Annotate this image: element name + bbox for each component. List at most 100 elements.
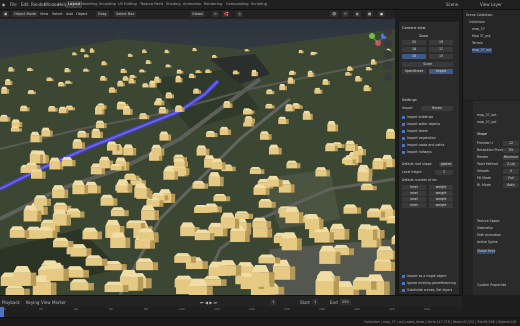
object-menu[interactable]: Object [74,11,89,17]
pan-icon[interactable] [383,39,392,48]
orientation-dropdown[interactable]: Global [190,11,205,17]
scene-selector[interactable]: Scene [446,1,458,8]
import-type-dropdown[interactable]: Terrain [421,106,453,111]
pivot-icon[interactable]: ⊙ [212,11,219,17]
option-import-roads[interactable]: Import roads and paths [402,143,444,148]
option-import-vegetation[interactable]: Import vegetation [402,136,436,141]
tab-texture-paint[interactable]: Texture Paint [138,1,165,8]
marker-menu[interactable]: Marker [52,299,66,306]
tab-animation[interactable]: Animation [181,1,203,8]
select-menu[interactable]: Select [50,11,65,17]
checkbox-icon[interactable] [402,137,405,140]
checkbox-icon[interactable] [402,123,405,126]
zoom-17-button[interactable]: 17 [429,47,453,52]
outliner-row[interactable]: Scene Collection [466,13,493,18]
roof-shape-dropdown[interactable]: gabled [439,162,453,167]
object-mode-dropdown[interactable]: Object Mode [12,11,38,17]
weight-field[interactable]: weight [429,203,453,208]
xray-icon[interactable]: ▦ [366,11,373,17]
view-menu[interactable]: View [38,11,50,17]
playback-menu[interactable]: Playback [2,299,20,306]
tab-shading[interactable]: Shading [164,1,183,8]
overlay-icon[interactable]: ◐ [354,11,361,17]
level-field[interactable]: level [402,185,426,190]
outliner-row[interactable]: Collection [469,20,485,25]
shape-heading[interactable]: Shape [477,132,487,137]
shape-row-value[interactable]: Z-Up [503,162,519,167]
openstreet-dropdown[interactable]: OpenStreet [402,69,426,74]
start-field[interactable]: 1 [312,299,318,305]
shape-row-value[interactable]: 12 [503,141,519,146]
grid-icon[interactable] [383,61,392,70]
outliner-row[interactable]: Terrain [472,41,483,46]
section-header[interactable]: Texture Space [477,219,499,224]
tab-sculpting[interactable]: Sculpting [97,1,118,8]
blender-logo-icon[interactable]: ◆ [2,1,5,8]
end-field[interactable]: 250 [340,299,351,305]
weight-field[interactable]: weight [429,191,453,196]
level-height-field[interactable]: 3 [435,170,453,175]
scale-field[interactable]: Scale [402,62,453,67]
shape-row-value[interactable]: 0 [503,169,519,174]
shape-row-value[interactable]: Full [503,176,519,181]
zoom-16-button[interactable]: 16 [402,54,426,59]
3d-viewport[interactable] [0,19,395,295]
select-box-dropdown[interactable]: Select Box [114,11,136,17]
option-import-water[interactable]: Import water objects [402,122,440,127]
perspective-icon[interactable] [383,72,392,81]
shape-row-value[interactable]: Minimum [503,155,519,160]
checkbox-icon[interactable] [402,144,405,147]
zoom-20-button[interactable]: 20 [402,40,426,45]
weight-field[interactable]: weight [429,185,453,190]
section-header[interactable]: Geometry [477,226,493,231]
shape-row-value[interactable]: Tilt [503,148,519,153]
view-layer-selector[interactable]: View Layer [480,1,502,8]
tab-scripting[interactable]: Scripting [249,1,269,8]
timeline-ruler[interactable]: 0 20 40 60 80 100 120 140 160 180 200 22… [0,307,462,317]
checkbox-icon[interactable] [402,282,405,285]
option-ignore-georef[interactable]: Ignore existing georeferencing [402,281,456,286]
proportional-edit-icon[interactable]: ◎ [236,11,243,17]
data-name-row[interactable]: map_37_out [477,120,497,125]
menu-file[interactable]: File [10,1,17,8]
option-import-forest[interactable]: Import forest [402,129,428,134]
outliner-row[interactable]: map_37 [472,27,485,32]
checkbox-icon[interactable] [402,289,405,292]
level-field[interactable]: level [402,197,426,202]
gizmo-icon[interactable]: ⤧ [342,11,349,17]
level-field[interactable]: level [402,203,426,208]
snap-icon[interactable]: 🧲 [222,11,230,17]
section-header[interactable]: Path Animation [477,233,501,238]
option-single-object[interactable]: Import as a single object [402,274,446,279]
import-button[interactable]: Import [429,69,453,74]
tab-rendering[interactable]: Rendering [202,1,224,8]
level-field[interactable]: level [402,191,426,196]
section-header[interactable]: Custom Properties [477,283,506,288]
weight-field[interactable]: weight [429,197,453,202]
option-import-buildings[interactable]: Import buildings [402,115,433,120]
menu-edit[interactable]: Edit [21,1,29,8]
drag-dropdown[interactable]: Drag [96,11,109,17]
checkbox-icon[interactable] [402,275,405,278]
zoom-icon[interactable] [383,28,392,37]
camera-icon[interactable] [383,50,392,59]
zoom-19-button[interactable]: 19 [429,40,453,45]
checkbox-icon[interactable] [402,151,405,154]
shape-row-value[interactable]: Both [503,183,519,188]
option-import-railways[interactable]: Import railways [402,150,432,155]
playback-controls-icon[interactable]: ⏮ ◀ ▶ ⏭ [200,299,217,306]
section-header-active[interactable]: Shape Keys [477,249,495,254]
keying-menu[interactable]: Keying [26,299,39,306]
checkbox-icon[interactable] [402,130,405,133]
zoom-18-button[interactable]: 18 [402,47,426,52]
shading-solid-icon[interactable]: ● [378,11,385,17]
checkbox-icon[interactable] [402,116,405,119]
tab-uv-editing[interactable]: UV Editing [116,1,139,8]
option-subdivide[interactable]: Subdivide curves, flat layers [402,288,452,293]
editor-type-icon[interactable]: ▣ [2,11,9,17]
section-header[interactable]: Active Spline [477,240,498,245]
visibility-icon[interactable]: 👁 [330,11,338,17]
zoom-15-button[interactable]: 15 [429,54,453,59]
tab-compositing[interactable]: Compositing [224,1,251,8]
object-name-row[interactable]: map_37_out [477,113,497,118]
